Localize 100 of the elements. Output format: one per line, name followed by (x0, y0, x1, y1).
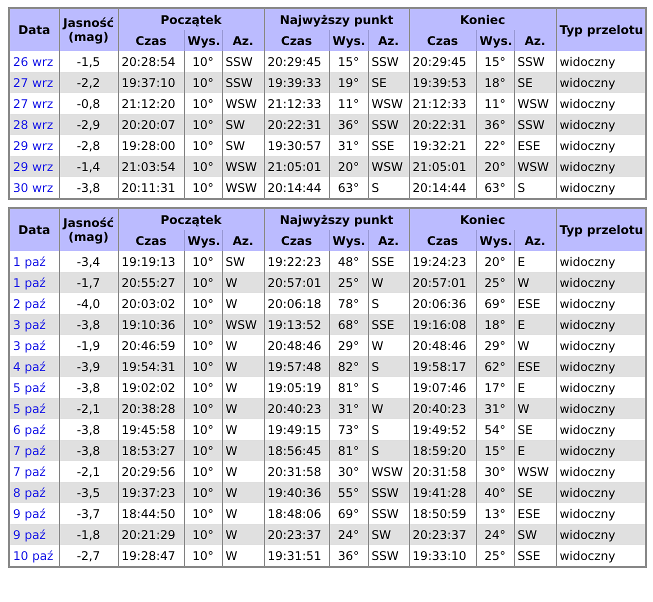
date-link[interactable]: 2 paź (13, 296, 46, 310)
table-cell: 31° (484, 402, 506, 416)
table-cell: 19:16:08 (412, 318, 466, 332)
table-cell: 78° (338, 296, 360, 310)
date-link[interactable]: 29 wrz (13, 138, 54, 152)
date-link[interactable]: 4 paź (13, 360, 46, 374)
table-cell: 81° (338, 444, 360, 458)
column-header: Wys. (332, 234, 366, 248)
date-link[interactable]: 7 paź (13, 444, 46, 458)
table-cell: 13° (484, 506, 506, 520)
table-cell: W (226, 338, 238, 352)
column-group-header: Najwyższy punkt (280, 212, 394, 226)
column-group-header: Początek (160, 12, 222, 26)
table-cell: W (226, 548, 238, 562)
table-cell: SSW (518, 54, 545, 68)
table-cell: WSW (372, 464, 403, 478)
table-cell: -2,1 (76, 464, 100, 478)
date-link[interactable]: 7 paź (13, 464, 46, 478)
table-cell: 20° (484, 160, 506, 174)
table-cell: 48° (338, 254, 360, 268)
table-cell: 15° (338, 54, 360, 68)
date-link[interactable]: 1 paź (13, 254, 46, 268)
column-header: Wys. (188, 234, 220, 248)
table-cell: 20:22:31 (412, 118, 466, 132)
table-cell: 81° (338, 380, 360, 394)
table-cell: W (372, 338, 384, 352)
table-cell: 10° (192, 254, 214, 268)
table-cell: SE (518, 422, 533, 436)
table-cell: SSW (372, 486, 399, 500)
table-cell: 21:12:20 (122, 96, 176, 110)
table-cell: 20:55:27 (122, 276, 176, 290)
table-cell: 21:12:33 (268, 96, 322, 110)
date-link[interactable]: 9 paź (13, 506, 46, 520)
table-cell: 20:46:59 (122, 338, 176, 352)
table-cell: S (372, 360, 380, 374)
table-cell: W (226, 486, 238, 500)
table-cell: 25° (484, 276, 506, 290)
table-cell: 73° (338, 422, 360, 436)
date-link[interactable]: 30 wrz (13, 180, 54, 194)
table-cell: 21:05:01 (412, 160, 466, 174)
table-cell: 30° (484, 464, 506, 478)
table-cell: ESE (518, 296, 540, 310)
table-cell: 19:31:51 (268, 548, 322, 562)
table-cell: E (518, 380, 526, 394)
table-cell: 20:40:23 (268, 402, 322, 416)
date-link[interactable]: 29 wrz (13, 160, 54, 174)
date-link[interactable]: 5 paź (13, 380, 46, 394)
table-cell: 18° (484, 76, 506, 90)
date-link[interactable]: 10 paź (13, 548, 54, 562)
table-cell: W (226, 402, 238, 416)
column-group-header: Początek (160, 212, 222, 226)
date-link[interactable]: 28 wrz (13, 118, 54, 132)
table-cell: SSW (372, 548, 399, 562)
table-cell: W (226, 422, 238, 436)
date-link[interactable]: 9 paź (13, 528, 46, 542)
table-cell: -2,2 (76, 76, 100, 90)
table-cell: 31° (338, 138, 360, 152)
table-cell: 31° (338, 402, 360, 416)
table-cell: 19:54:31 (122, 360, 176, 374)
table-cell: widoczny (560, 138, 616, 152)
table-cell: W (226, 506, 238, 520)
date-link[interactable]: 27 wrz (13, 76, 54, 90)
table-cell: S (372, 380, 380, 394)
table-cell: 10° (192, 76, 214, 90)
table-cell: 20:20:07 (122, 118, 176, 132)
table-cell: 36° (484, 118, 506, 132)
date-link[interactable]: 5 paź (13, 402, 46, 416)
table-cell: 68° (338, 318, 360, 332)
table-cell: -3,9 (76, 360, 100, 374)
table-cell: WSW (226, 180, 257, 194)
table-cell: widoczny (560, 338, 616, 352)
table-cell: widoczny (560, 380, 616, 394)
date-link[interactable]: 3 paź (13, 318, 46, 332)
table-cell: WSW (518, 464, 549, 478)
date-link[interactable]: 6 paź (13, 422, 46, 436)
column-header: Czas (135, 234, 167, 248)
table-cell: -2,7 (76, 548, 100, 562)
table-cell: 36° (338, 118, 360, 132)
table-cell: 19:49:15 (268, 422, 322, 436)
column-header: Wys. (332, 34, 366, 48)
table-cell: 19:37:23 (122, 486, 176, 500)
table-cell: 10° (192, 138, 214, 152)
table-cell: 10° (192, 506, 214, 520)
table-cell: 20:29:45 (412, 54, 466, 68)
table-cell: SE (518, 76, 533, 90)
date-link[interactable]: 8 paź (13, 486, 46, 500)
table-cell: 19:45:58 (122, 422, 176, 436)
table-cell: 10° (192, 548, 214, 562)
table-cell: 19:40:36 (268, 486, 322, 500)
date-link[interactable]: 27 wrz (13, 96, 54, 110)
date-link[interactable]: 26 wrz (13, 54, 54, 68)
table-cell: 19:39:33 (268, 76, 322, 90)
table-cell: 20:06:18 (268, 296, 322, 310)
table-cell: 10° (192, 318, 214, 332)
table-cell: W (226, 276, 238, 290)
date-link[interactable]: 3 paź (13, 338, 46, 352)
table-cell: SSW (518, 118, 545, 132)
table-cell: W (226, 360, 238, 374)
table-cell: WSW (518, 96, 549, 110)
date-link[interactable]: 1 paź (13, 276, 46, 290)
